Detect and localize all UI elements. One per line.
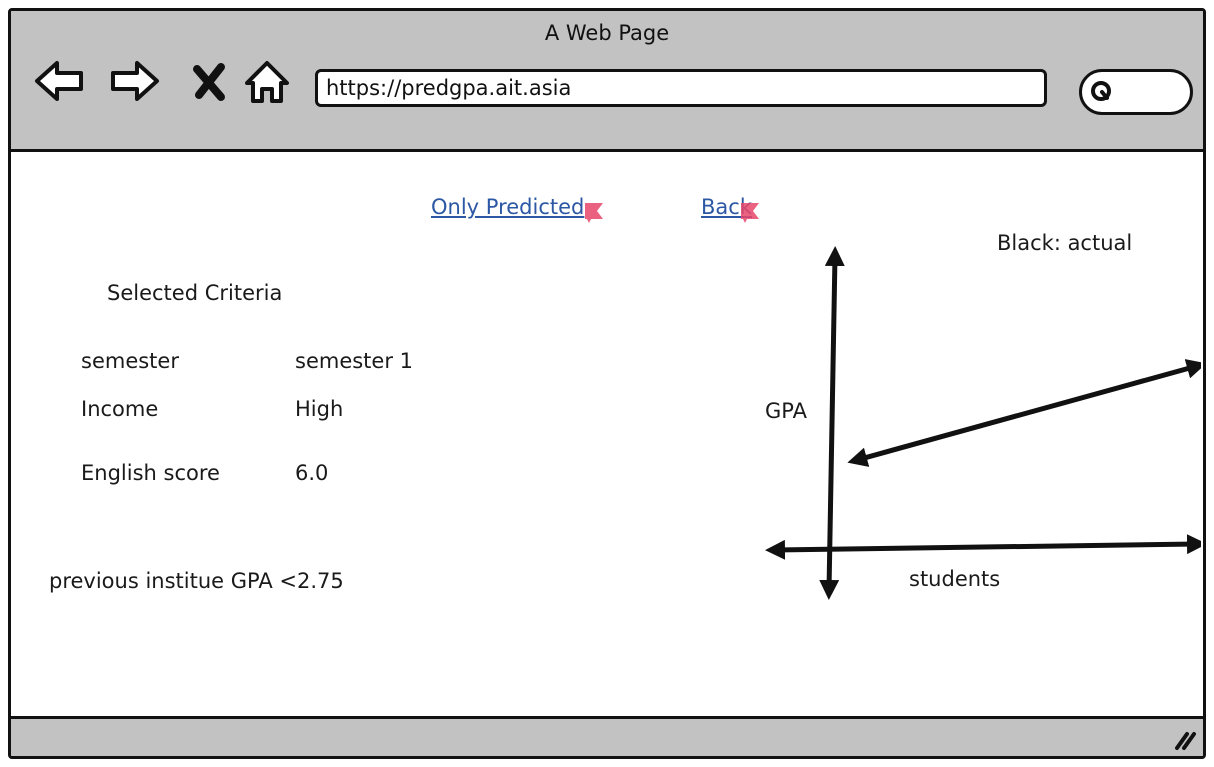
home-icon[interactable] [239,53,295,109]
criteria-heading: Selected Criteria [107,281,283,305]
criteria-label-semester: semester [81,349,179,373]
y-axis [819,246,845,600]
status-bar [11,716,1203,756]
criteria-value-semester: semester 1 [295,349,414,373]
x-axis-label: students [909,567,1000,591]
search-icon [1091,81,1111,101]
search-input[interactable] [1079,69,1193,115]
window-title: A Web Page [544,21,670,45]
y-axis-label: GPA [765,399,808,423]
criteria-label-english-score: English score [81,461,220,485]
url-input[interactable]: https://predgpa.ait.asia [315,69,1047,107]
resize-grip-icon[interactable] [1171,726,1197,752]
previous-gpa-note: previous institue GPA <2.75 [49,569,344,593]
chart-legend: Black: actual [997,231,1132,255]
link-marker-icon [741,203,759,223]
criteria-value-income: High [295,397,344,421]
link-marker-icon [585,203,603,223]
arrow-right-icon[interactable] [107,53,163,109]
only-predicted-link[interactable]: Only Predicted [431,195,584,219]
close-icon[interactable] [181,53,237,109]
x-axis [765,534,1201,560]
gpa-chart: Black: actual GPA students [765,231,1201,600]
series-line-actual [847,359,1201,467]
browser-toolbar: A Web Page https://predgpa.ait.asia [11,11,1203,152]
criteria-label-income: Income [81,397,159,421]
arrow-left-icon[interactable] [31,53,87,109]
criteria-value-english-score: 6.0 [295,461,329,485]
browser-window: A Web Page https://predgpa.ait.asia Only… [8,8,1206,759]
